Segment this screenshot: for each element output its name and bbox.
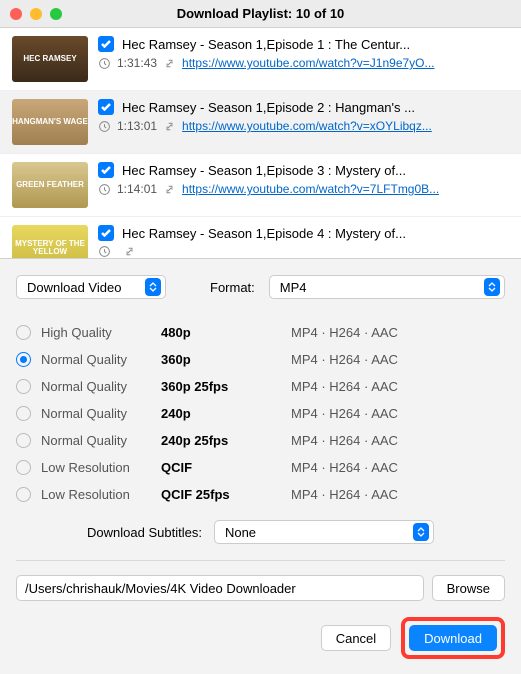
quality-format: MP4 · H264 · AAC [291,487,398,502]
quality-row[interactable]: Normal Quality360pMP4 · H264 · AAC [16,346,505,373]
quality-resolution: QCIF 25fps [161,487,291,502]
thumbnail: HANGMAN'S WAGE [12,99,88,145]
radio[interactable] [16,406,31,421]
clock-icon [98,57,111,70]
maximize-icon[interactable] [50,8,62,20]
subtitles-select[interactable]: None [214,520,434,544]
quality-resolution: 240p 25fps [161,433,291,448]
quality-row[interactable]: High Quality480pMP4 · H264 · AAC [16,319,505,346]
video-url[interactable]: https://www.youtube.com/watch?v=7LFTmg0B… [182,182,439,196]
controls-row: Download Video Format: MP4 [16,275,505,299]
chevron-updown-icon [145,278,161,296]
checkbox[interactable] [98,99,114,115]
window-title: Download Playlist: 10 of 10 [0,6,521,21]
playlist-item[interactable]: HANGMAN'S WAGE Hec Ramsey - Season 1,Epis… [0,91,521,154]
subtitles-label: Download Subtitles: [87,525,202,540]
video-title: Hec Ramsey - Season 1,Episode 1 : The Ce… [122,37,410,52]
item-info: Hec Ramsey - Season 1,Episode 2 : Hangma… [98,99,509,145]
browse-button[interactable]: Browse [432,575,505,601]
quality-resolution: 360p [161,352,291,367]
radio[interactable] [16,460,31,475]
radio[interactable] [16,325,31,340]
quality-label: High Quality [41,325,161,340]
titlebar: Download Playlist: 10 of 10 [0,0,521,28]
radio[interactable] [16,433,31,448]
link-icon [163,183,176,196]
playlist-item[interactable]: MYSTERY OF THE YELLOW Hec Ramsey - Season… [0,217,521,258]
quality-resolution: QCIF [161,460,291,475]
duration: 1:14:01 [117,182,157,196]
clock-icon [98,245,111,258]
format-value: MP4 [280,280,307,295]
quality-row[interactable]: Normal Quality240p 25fpsMP4 · H264 · AAC [16,427,505,454]
link-icon [123,245,136,258]
cancel-button[interactable]: Cancel [321,625,391,651]
download-button[interactable]: Download [409,625,497,651]
checkbox[interactable] [98,162,114,178]
item-info: Hec Ramsey - Season 1,Episode 3 : Myster… [98,162,509,208]
video-title: Hec Ramsey - Season 1,Episode 4 : Myster… [122,226,406,241]
link-icon [163,120,176,133]
thumbnail: GREEN FEATHER [12,162,88,208]
quality-label: Normal Quality [41,406,161,421]
duration: 1:31:43 [117,56,157,70]
video-title: Hec Ramsey - Season 1,Episode 3 : Myster… [122,163,406,178]
radio[interactable] [16,487,31,502]
format-select[interactable]: MP4 [269,275,505,299]
quality-row[interactable]: Normal Quality360p 25fpsMP4 · H264 · AAC [16,373,505,400]
quality-label: Normal Quality [41,379,161,394]
highlight-annotation: Download [401,617,505,659]
quality-label: Normal Quality [41,433,161,448]
traffic-lights [0,8,62,20]
quality-list: High Quality480pMP4 · H264 · AACNormal Q… [16,319,505,508]
item-info: Hec Ramsey - Season 1,Episode 4 : Myster… [98,225,509,258]
quality-format: MP4 · H264 · AAC [291,379,398,394]
path-row: Browse [16,575,505,601]
options-panel: Download Video Format: MP4 High Quality4… [0,258,521,674]
playlist[interactable]: HEC RAMSEY Hec Ramsey - Season 1,Episode … [0,28,521,258]
quality-label: Normal Quality [41,352,161,367]
quality-label: Low Resolution [41,487,161,502]
quality-format: MP4 · H264 · AAC [291,352,398,367]
quality-format: MP4 · H264 · AAC [291,406,398,421]
playlist-item[interactable]: GREEN FEATHER Hec Ramsey - Season 1,Episo… [0,154,521,217]
playlist-item[interactable]: HEC RAMSEY Hec Ramsey - Season 1,Episode … [0,28,521,91]
video-url[interactable]: https://www.youtube.com/watch?v=J1n9e7yO… [182,56,434,70]
checkbox[interactable] [98,36,114,52]
quality-format: MP4 · H264 · AAC [291,460,398,475]
quality-row[interactable]: Low ResolutionQCIF 25fpsMP4 · H264 · AAC [16,481,505,508]
quality-row[interactable]: Low ResolutionQCIFMP4 · H264 · AAC [16,454,505,481]
quality-label: Low Resolution [41,460,161,475]
clock-icon [98,120,111,133]
subtitles-row: Download Subtitles: None [16,520,505,544]
video-url[interactable]: https://www.youtube.com/watch?v=xOYLibqz… [182,119,432,133]
chevron-updown-icon [484,278,500,296]
checkbox[interactable] [98,225,114,241]
format-label: Format: [210,280,255,295]
quality-format: MP4 · H264 · AAC [291,433,398,448]
quality-resolution: 360p 25fps [161,379,291,394]
video-title: Hec Ramsey - Season 1,Episode 2 : Hangma… [122,100,415,115]
download-mode-select[interactable]: Download Video [16,275,166,299]
download-mode-value: Download Video [27,280,121,295]
quality-row[interactable]: Normal Quality240pMP4 · H264 · AAC [16,400,505,427]
radio[interactable] [16,352,31,367]
path-input[interactable] [16,575,424,601]
minimize-icon[interactable] [30,8,42,20]
duration: 1:13:01 [117,119,157,133]
divider [16,560,505,561]
thumbnail: MYSTERY OF THE YELLOW [12,225,88,258]
item-info: Hec Ramsey - Season 1,Episode 1 : The Ce… [98,36,509,82]
action-row: Cancel Download [16,617,505,659]
clock-icon [98,183,111,196]
thumbnail: HEC RAMSEY [12,36,88,82]
chevron-updown-icon [413,523,429,541]
subtitles-value: None [225,525,256,540]
quality-resolution: 480p [161,325,291,340]
link-icon [163,57,176,70]
close-icon[interactable] [10,8,22,20]
quality-format: MP4 · H264 · AAC [291,325,398,340]
radio[interactable] [16,379,31,394]
quality-resolution: 240p [161,406,291,421]
